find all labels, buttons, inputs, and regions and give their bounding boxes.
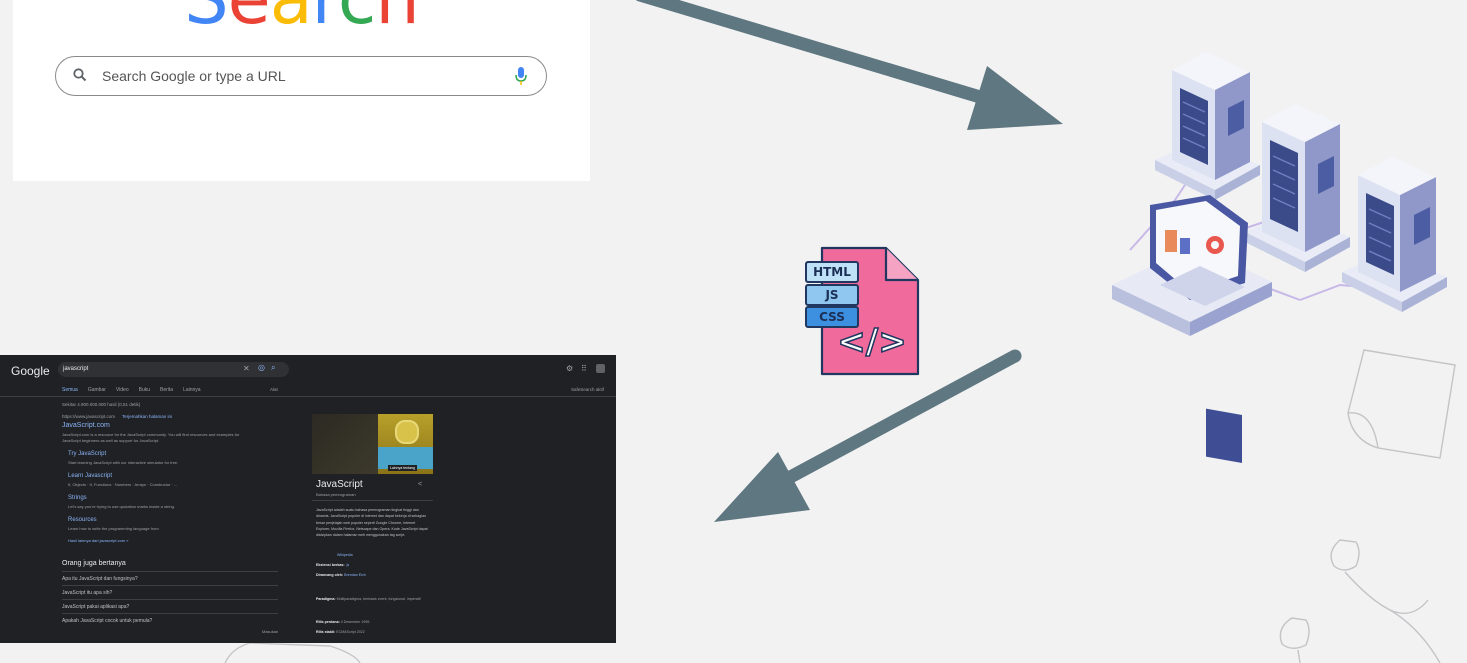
- paa-divider: [62, 599, 278, 600]
- safesearch-link[interactable]: SafeSearch aktif: [571, 387, 604, 392]
- clear-icon[interactable]: ✕: [243, 364, 250, 373]
- knowledge-panel-title: JavaScript: [316, 479, 363, 490]
- image-caption[interactable]: Lainnya tentang: [388, 465, 417, 471]
- sitelink-title[interactable]: Strings: [68, 495, 87, 501]
- server-illustration: [1112, 52, 1447, 463]
- earphones-doodle: [1279, 539, 1441, 663]
- tab-buku[interactable]: Buku: [139, 387, 150, 393]
- avatar[interactable]: [596, 364, 605, 373]
- translate-link[interactable]: Terjemahkan halaman ini: [122, 414, 172, 419]
- kp-fact-key: Paradigma:: [316, 597, 336, 601]
- result-title[interactable]: JavaScript.com: [62, 422, 110, 429]
- tab-semua[interactable]: Semua: [62, 387, 78, 393]
- kp-divider: [312, 500, 433, 501]
- sitelink-desc: Learn how to write the programming langu…: [68, 526, 159, 531]
- kp-fact: Dirancang oleh: Brendan Eich: [316, 573, 366, 577]
- results-query-input[interactable]: javascript: [58, 362, 289, 377]
- knowledge-panel-description: JavaScript adalah suatu bahasa pemrogram…: [316, 508, 428, 538]
- html-tag: HTML: [805, 261, 859, 283]
- sticky-note-doodle: [1347, 349, 1456, 459]
- kp-fact-value: ECMAScript 2022: [336, 630, 365, 634]
- apps-icon[interactable]: ⠿: [581, 364, 587, 373]
- kp-fact: Paradigma: Multiparadigma, berbasis even…: [316, 597, 421, 601]
- knowledge-panel-subtitle: Bahasa pemrograman: [316, 492, 356, 497]
- results-tabs: Semua Gambar Video Buku Berita Lainnya: [62, 387, 201, 393]
- kp-fact: Rilis stabil: ECMAScript 2022: [316, 630, 365, 634]
- kp-fact-value: 4 Desember 1995: [340, 620, 370, 624]
- knowledge-panel-image: Lainnya tentang: [378, 414, 433, 474]
- web-file-icon: HTML JS CSS </>: [802, 244, 922, 380]
- kp-fact-key: Dirancang oleh:: [316, 573, 344, 577]
- tools-link[interactable]: Alat: [270, 387, 278, 392]
- paa-divider: [62, 585, 278, 586]
- sitelink-desc: Start learning JavaScript with our inter…: [68, 460, 179, 465]
- code-symbol: </>: [837, 321, 908, 363]
- more-results-link[interactable]: Hasil lainnya dari javascript.com »: [68, 538, 128, 543]
- paa-question[interactable]: JavaScript itu apa sih?: [62, 590, 112, 596]
- kp-fact-value: Multiparadigma, berbasis event, fungsion…: [336, 597, 421, 601]
- request-arrow: [635, 0, 1063, 130]
- paper-doodle: [224, 642, 361, 663]
- kp-fact-key: Ekstensi berkas:: [316, 563, 345, 567]
- server-tower-icon: [1155, 52, 1260, 200]
- tabs-divider: [0, 396, 616, 397]
- feedback-link[interactable]: Masukan: [262, 629, 278, 634]
- paa-question[interactable]: Apakah JavaScript cocok untuk pemula?: [62, 618, 152, 624]
- kp-fact-key: Rilis perdana:: [316, 620, 340, 624]
- server-tower-icon: [1245, 104, 1350, 272]
- kp-fact: Rilis perdana: 4 Desember 1995: [316, 620, 369, 624]
- paa-divider: [62, 571, 278, 572]
- paa-heading: Orang juga bertanya: [62, 560, 126, 567]
- settings-icon[interactable]: ⚙: [566, 364, 573, 373]
- sitelink-title[interactable]: Resources: [68, 517, 97, 523]
- js-logo-icon: [395, 420, 419, 444]
- result-snippet: JavaScript.com is a resource for the Jav…: [62, 432, 240, 443]
- paa-divider: [62, 613, 278, 614]
- search-results-screenshot: Google javascript ✕ ◎ ⌕ ⚙ ⠿ Semua Gambar…: [0, 355, 616, 643]
- sitelink-desc: If, Objects · If, Functions · Numbers · …: [68, 482, 178, 487]
- search-icon[interactable]: ⌕: [271, 363, 275, 373]
- paa-question[interactable]: Apa itu JavaScript dan fungsinya?: [62, 576, 138, 582]
- sitelink-desc: Let's say you're trying to use quotation…: [68, 504, 175, 509]
- tab-gambar[interactable]: Gambar: [88, 387, 106, 393]
- knowledge-panel-image: [312, 414, 378, 474]
- kp-fact: Ekstensi berkas: .js: [316, 563, 349, 567]
- tab-berita[interactable]: Berita: [160, 387, 173, 393]
- paa-question[interactable]: JavaScript pakai aplikasi apa?: [62, 604, 129, 610]
- server-tower-icon: [1342, 157, 1447, 312]
- js-tag: JS: [805, 284, 859, 306]
- tab-video[interactable]: Video: [116, 387, 129, 393]
- results-google-logo: Google: [11, 364, 50, 378]
- kp-fact-value[interactable]: .js: [346, 563, 350, 567]
- share-icon[interactable]: <: [418, 481, 422, 488]
- result-url[interactable]: https://www.javascript.com: [62, 414, 115, 419]
- response-arrow: [714, 349, 1022, 522]
- tab-lainnya[interactable]: Lainnya: [183, 387, 201, 393]
- kp-fact-value[interactable]: Brendan Eich: [344, 573, 366, 577]
- lens-icon[interactable]: ◎: [258, 363, 265, 372]
- wikipedia-link[interactable]: Wikipedia: [337, 553, 353, 557]
- sitelink-title[interactable]: Learn Javascript: [68, 473, 112, 479]
- result-stats: Sekitar 4.900.000.000 hasil (0,51 detik): [62, 402, 141, 407]
- sitelink-title[interactable]: Try JavaScript: [68, 451, 106, 457]
- kp-fact-key: Rilis stabil:: [316, 630, 336, 634]
